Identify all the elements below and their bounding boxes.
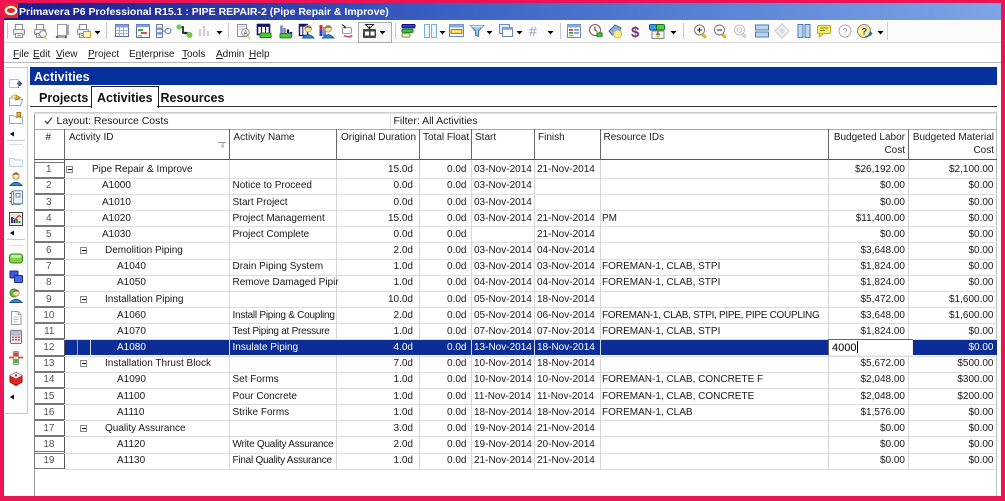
- svg-text:?: ?: [862, 27, 868, 37]
- svg-text:A: A: [244, 31, 248, 37]
- svg-text:#: #: [529, 23, 537, 39]
- svg-text:$: $: [631, 24, 640, 40]
- svg-text:?: ?: [843, 27, 848, 37]
